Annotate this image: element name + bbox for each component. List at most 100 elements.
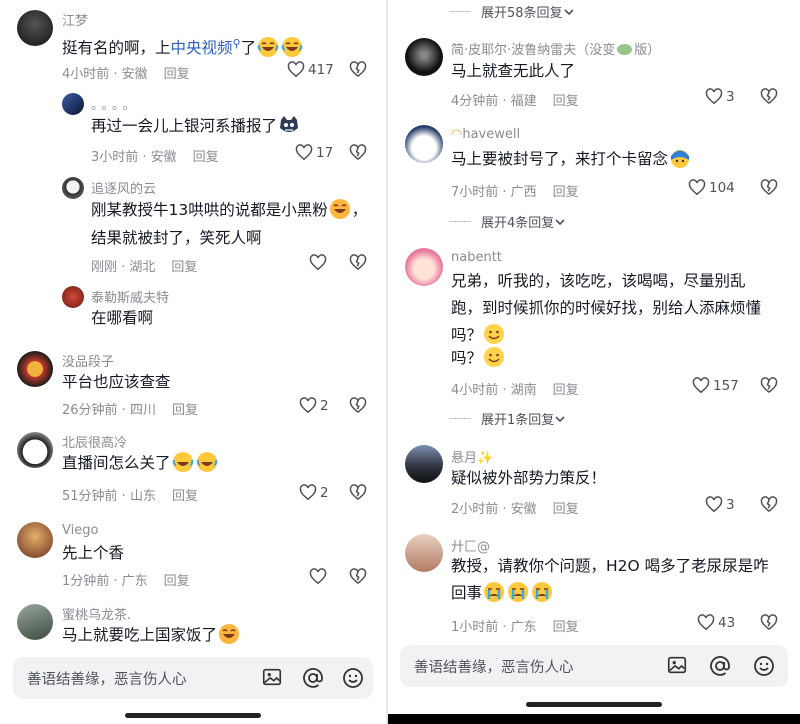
like-button[interactable]: 3 — [705, 88, 735, 105]
expand-replies-button[interactable]: 展开4条回复 — [449, 212, 566, 231]
like-button[interactable]: 104 — [688, 179, 735, 196]
expand-label: 展开58条回复 — [481, 6, 563, 21]
like-button[interactable]: 43 — [697, 614, 735, 631]
like-button[interactable]: 2 — [299, 484, 329, 501]
avatar[interactable] — [17, 432, 53, 468]
avatar[interactable] — [405, 248, 443, 286]
comment-text: 马上就要吃上国家饭了 — [62, 622, 241, 649]
reply-button[interactable]: 回复 — [164, 67, 190, 82]
comment-author[interactable]: Viego — [62, 523, 98, 538]
comment-author[interactable]: 蜜桃乌龙茶. — [62, 604, 131, 623]
avatar[interactable] — [17, 10, 53, 46]
comment-text-part: 再过一会儿上银河系播报了 — [91, 117, 278, 135]
comment-text: 先上个香 — [62, 544, 125, 562]
comment-author[interactable]: 江梦 — [62, 10, 88, 29]
like-button[interactable] — [309, 568, 327, 585]
comment-author[interactable]: ◠havewell — [451, 127, 520, 142]
dislike-button[interactable] — [349, 61, 367, 78]
rainbow-icon: ◠ — [451, 127, 463, 142]
reply-button[interactable]: 回复 — [553, 620, 579, 635]
comment-author[interactable]: 悬月✨ — [451, 447, 493, 466]
comment-input[interactable]: 善语结善缘，恶言伤人心 — [400, 645, 788, 687]
comment-author[interactable]: 简·皮耶尔·波鲁纳雷夫（没变 版） — [451, 39, 660, 58]
reply-button[interactable]: 回复 — [553, 383, 579, 398]
avatar[interactable] — [62, 177, 84, 199]
reply-button[interactable]: 回复 — [171, 260, 197, 275]
dislike-button[interactable] — [349, 397, 367, 414]
avatar[interactable] — [17, 522, 53, 558]
avatar[interactable] — [17, 604, 53, 640]
avatar[interactable] — [62, 286, 84, 308]
search-icon[interactable]: ⚲ — [233, 37, 241, 50]
home-indicator — [125, 713, 261, 718]
bottom-edge — [388, 714, 800, 724]
smile-emoji — [484, 324, 505, 344]
heart-break-icon — [349, 144, 367, 160]
heart-break-icon — [349, 568, 367, 584]
comment-author[interactable]: 泰勒斯威夫特 — [91, 287, 169, 306]
dislike-button[interactable] — [760, 179, 778, 196]
comment-author[interactable]: 。。。。 — [91, 94, 140, 113]
comment-input[interactable]: 善语结善缘，恶言伤人心 — [13, 657, 373, 699]
author-name-part: 版） — [634, 43, 661, 58]
like-button[interactable]: 2 — [299, 397, 329, 414]
smile-icon[interactable] — [341, 666, 365, 690]
heart-break-icon — [760, 88, 778, 104]
dislike-button[interactable] — [760, 88, 778, 105]
comment-text-part: 挺有名的啊，上 — [62, 39, 171, 57]
comment-text-line2: 结果就被封了，笑死人啊 — [91, 229, 262, 247]
comment-author[interactable]: 没品段子 — [62, 351, 114, 370]
dislike-button[interactable] — [349, 144, 367, 161]
smile-icon[interactable] — [752, 654, 776, 678]
comment-time: 1分钟前 · 广东 — [62, 574, 148, 589]
heart-icon — [299, 484, 317, 501]
like-button[interactable]: 417 — [287, 61, 334, 78]
dislike-button[interactable] — [349, 254, 367, 271]
dislike-button[interactable] — [760, 614, 778, 631]
at-icon[interactable] — [301, 666, 325, 690]
like-button[interactable]: 17 — [295, 144, 333, 161]
comment-text: 挺有名的啊，上中央视频⚲了 — [62, 30, 304, 62]
reply-button[interactable]: 回复 — [172, 489, 198, 504]
like-button[interactable]: 157 — [692, 377, 739, 394]
avatar[interactable] — [62, 93, 84, 115]
divider — [449, 221, 471, 222]
chevron-down-icon — [555, 415, 565, 422]
comment-meta: 4小时前 · 安徽 回复 — [62, 63, 190, 82]
comment-text: 疑似被外部势力策反！ — [451, 469, 607, 487]
reply-button[interactable]: 回复 — [553, 94, 579, 109]
like-count: 2 — [320, 484, 329, 501]
reply-button[interactable]: 回复 — [553, 502, 579, 517]
dislike-button[interactable] — [760, 377, 778, 394]
expand-replies-button[interactable]: 展开58条回复 — [449, 2, 575, 21]
avatar[interactable] — [405, 38, 443, 76]
expand-replies-button[interactable]: 展开1条回复 — [449, 409, 566, 428]
reply-button[interactable]: 回复 — [172, 403, 198, 418]
dislike-button[interactable] — [349, 484, 367, 501]
like-button[interactable] — [309, 254, 327, 271]
at-icon[interactable] — [708, 654, 732, 678]
avatar[interactable] — [405, 125, 443, 163]
image-icon[interactable] — [666, 654, 688, 676]
comment-author[interactable]: 北辰很高冷 — [62, 432, 127, 451]
comment-time: 刚刚 · 湖北 — [91, 260, 156, 275]
image-icon[interactable] — [261, 666, 283, 688]
avatar[interactable] — [405, 445, 443, 483]
avatar[interactable] — [17, 351, 53, 387]
comment-time: 7小时前 · 广西 — [451, 185, 537, 200]
comment-author[interactable]: nabentt — [451, 250, 502, 265]
right-comment-panel: 展开58条回复 简·皮耶尔·波鲁纳雷夫（没变 版） 马上就查无此人了 4分钟前 ·… — [388, 0, 800, 724]
comment-time: 2小时前 · 安徽 — [451, 502, 537, 517]
comment-time: 26分钟前 · 四川 — [62, 403, 156, 418]
like-button[interactable]: 3 — [705, 496, 735, 513]
reply-button[interactable]: 回复 — [193, 150, 219, 165]
comment-time: 1小时前 · 广东 — [451, 620, 537, 635]
dislike-button[interactable] — [349, 568, 367, 585]
reply-button[interactable]: 回复 — [553, 185, 579, 200]
comment-link[interactable]: 中央视频 — [171, 39, 233, 57]
comment-author[interactable]: 追逐风的云 — [91, 178, 156, 197]
dislike-button[interactable] — [760, 496, 778, 513]
avatar[interactable] — [405, 534, 443, 572]
reply-item: 。。。。 再过一会儿上银河系播报了 3小时前 · 安徽 回复 17 — [0, 90, 386, 170]
reply-button[interactable]: 回复 — [164, 574, 190, 589]
